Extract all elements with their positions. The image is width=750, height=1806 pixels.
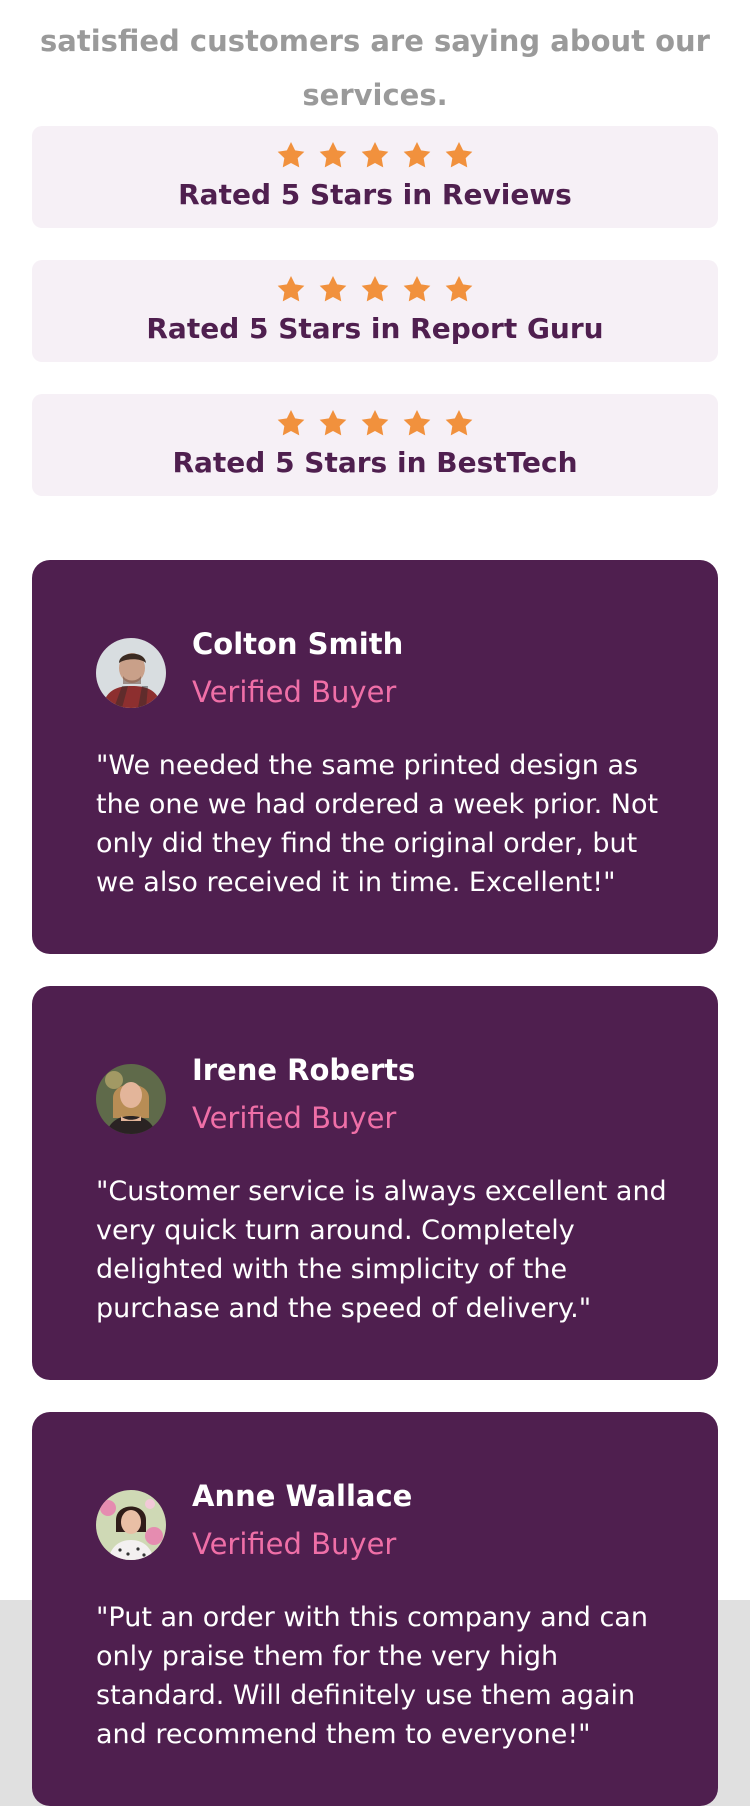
star-icon	[277, 276, 305, 302]
avatar-photo-icon	[96, 1064, 166, 1134]
star-icon	[319, 142, 347, 168]
avatar-photo-icon	[96, 1490, 166, 1560]
reviewer-role: Verified Buyer	[192, 1101, 397, 1135]
star-icon	[403, 276, 431, 302]
star-icon	[319, 410, 347, 436]
star-rating	[32, 126, 718, 174]
avatar	[96, 638, 166, 708]
star-icon	[361, 142, 389, 168]
star-rating	[32, 394, 718, 442]
star-icon	[445, 142, 473, 168]
avatar	[96, 1490, 166, 1560]
star-icon	[445, 276, 473, 302]
rating-card-besttech: Rated 5 Stars in BestTech	[32, 394, 718, 496]
star-icon	[319, 276, 347, 302]
reviewer-name: Colton Smith	[192, 627, 404, 661]
avatar-photo-icon	[96, 638, 166, 708]
reviewer-name: Anne Wallace	[192, 1479, 413, 1513]
reviewer-role: Verified Buyer	[192, 675, 397, 709]
rating-card-reviews: Rated 5 Stars in Reviews	[32, 126, 718, 228]
star-icon	[277, 142, 305, 168]
rating-title: Rated 5 Stars in Reviews	[178, 178, 572, 211]
reviewer-role: Verified Buyer	[192, 1527, 397, 1561]
star-rating	[32, 260, 718, 308]
star-icon	[403, 142, 431, 168]
star-icon	[361, 276, 389, 302]
testimonial-card-colton-smith: Colton Smith Verified Buyer "We needed t…	[32, 560, 718, 954]
avatar	[96, 1064, 166, 1134]
rating-title: Rated 5 Stars in Report Guru	[146, 312, 604, 345]
intro-text: satisfied customers are saying about our…	[40, 24, 710, 112]
reviewer-name: Irene Roberts	[192, 1053, 416, 1087]
star-icon	[361, 410, 389, 436]
rating-title: Rated 5 Stars in BestTech	[172, 446, 578, 479]
testimonial-quote: "Put an order with this company and can …	[96, 1602, 648, 1750]
testimonial-card-anne-wallace: Anne Wallace Verified Buyer "Put an orde…	[32, 1412, 718, 1806]
rating-card-report-guru: Rated 5 Stars in Report Guru	[32, 260, 718, 362]
testimonial-quote: "Customer service is always excellent an…	[96, 1176, 667, 1324]
testimonial-card-irene-roberts: Irene Roberts Verified Buyer "Customer s…	[32, 986, 718, 1380]
testimonial-quote: "We needed the same printed design as th…	[96, 750, 659, 898]
star-icon	[445, 410, 473, 436]
star-icon	[403, 410, 431, 436]
star-icon	[277, 410, 305, 436]
